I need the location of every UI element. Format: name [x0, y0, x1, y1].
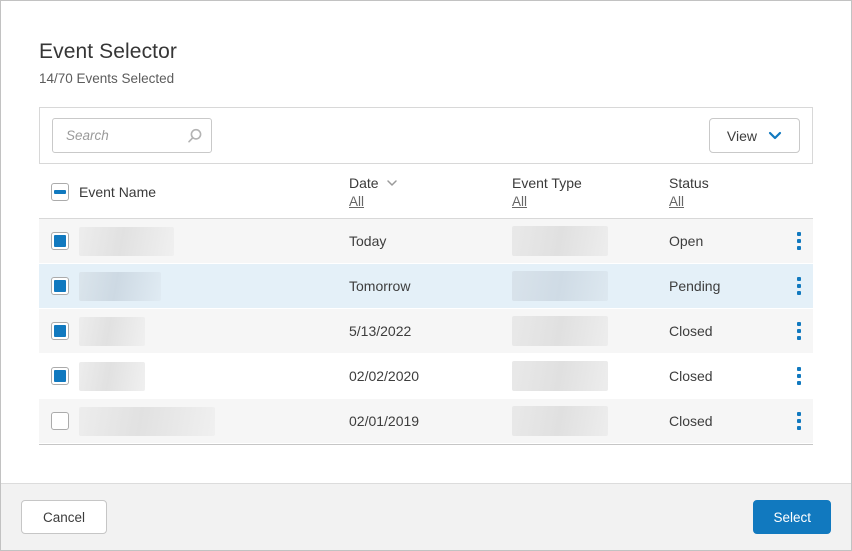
toolbar: View: [39, 107, 813, 164]
column-header-date: Date All: [349, 175, 512, 209]
event-date: 5/13/2022: [349, 323, 512, 339]
selection-count: 14/70 Events Selected: [39, 71, 813, 86]
checkbox-checked-fill: [54, 325, 66, 337]
row-menu-kebab-icon[interactable]: [793, 226, 805, 256]
checkbox-checked-fill: [54, 280, 66, 292]
status-filter-all-link[interactable]: All: [669, 194, 684, 209]
event-date: Today: [349, 233, 512, 249]
row-menu-kebab-icon[interactable]: [793, 406, 805, 436]
table-row[interactable]: Today Open: [39, 219, 813, 263]
table-body: Today Open Tomorrow Pending: [39, 219, 813, 445]
search-box: [52, 118, 212, 153]
chevron-down-icon: [768, 131, 782, 140]
table-row[interactable]: Tomorrow Pending: [39, 264, 813, 308]
row-menu-kebab-icon[interactable]: [793, 361, 805, 391]
type-filter-all-link[interactable]: All: [512, 194, 527, 209]
event-status: Open: [669, 233, 784, 249]
event-name-placeholder: [79, 317, 145, 346]
event-type-column-label: Event Type: [512, 175, 669, 191]
select-all-checkbox[interactable]: [51, 183, 69, 201]
column-header-event-name: Event Name: [79, 184, 349, 200]
event-selector-dialog: Event Selector 14/70 Events Selected Vie…: [0, 0, 852, 551]
table-row[interactable]: 5/13/2022 Closed: [39, 309, 813, 353]
row-checkbox[interactable]: [51, 412, 69, 430]
row-checkbox[interactable]: [51, 232, 69, 250]
table-row[interactable]: 02/02/2020 Closed: [39, 354, 813, 398]
page-title: Event Selector: [39, 40, 813, 64]
view-button[interactable]: View: [709, 118, 800, 153]
event-status: Closed: [669, 413, 784, 429]
row-checkbox[interactable]: [51, 322, 69, 340]
status-column-label: Status: [669, 175, 784, 191]
event-name-placeholder: [79, 227, 174, 256]
view-button-label: View: [727, 128, 757, 144]
checkbox-checked-fill: [54, 370, 66, 382]
event-status: Closed: [669, 368, 784, 384]
checkbox-checked-fill: [54, 235, 66, 247]
event-type-placeholder: [512, 406, 608, 436]
event-date: 02/01/2019: [349, 413, 512, 429]
row-menu-kebab-icon[interactable]: [793, 271, 805, 301]
sort-chevron-down-icon[interactable]: [386, 179, 398, 187]
event-name-placeholder: [79, 272, 161, 301]
event-date: 02/02/2020: [349, 368, 512, 384]
row-checkbox[interactable]: [51, 277, 69, 295]
column-header-event-type: Event Type All: [512, 175, 669, 209]
date-filter-all-link[interactable]: All: [349, 194, 364, 209]
header-checkbox-cell: [39, 183, 79, 201]
search-icon: [186, 127, 203, 144]
event-name-placeholder: [79, 362, 145, 391]
row-checkbox[interactable]: [51, 367, 69, 385]
dialog-header: Event Selector 14/70 Events Selected: [1, 1, 851, 86]
spacer: [1, 445, 851, 483]
event-type-placeholder: [512, 226, 608, 256]
date-column-label: Date: [349, 175, 379, 191]
events-table: Event Name Date All Event Type All: [39, 166, 813, 445]
event-status: Closed: [669, 323, 784, 339]
dialog-footer: Cancel Select: [1, 483, 851, 550]
checkbox-indeterminate-dash-icon: [54, 190, 66, 194]
event-name-placeholder: [79, 407, 215, 436]
event-type-placeholder: [512, 361, 608, 391]
table-header-row: Event Name Date All Event Type All: [39, 166, 813, 219]
event-type-placeholder: [512, 271, 608, 301]
event-date: Tomorrow: [349, 278, 512, 294]
column-header-status: Status All: [669, 175, 784, 209]
cancel-button[interactable]: Cancel: [21, 500, 107, 534]
select-button[interactable]: Select: [753, 500, 831, 534]
event-type-placeholder: [512, 316, 608, 346]
row-menu-kebab-icon[interactable]: [793, 316, 805, 346]
event-status: Pending: [669, 278, 784, 294]
table-row[interactable]: 02/01/2019 Closed: [39, 399, 813, 443]
